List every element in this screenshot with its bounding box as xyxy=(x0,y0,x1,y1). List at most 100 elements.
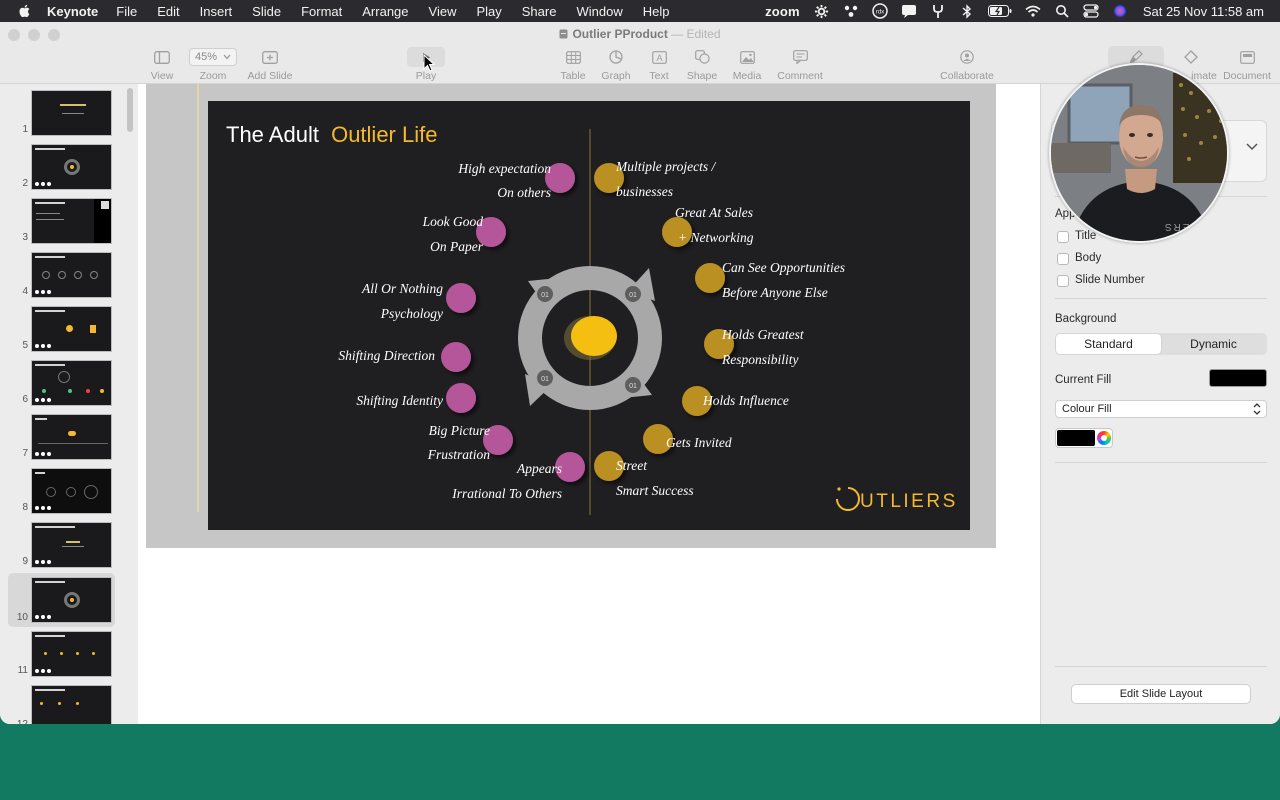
left-label[interactable]: Look Good xyxy=(422,214,484,229)
bubble-left[interactable] xyxy=(446,383,476,413)
menu-arrange[interactable]: Arrange xyxy=(362,4,408,19)
slide-thumbnail[interactable] xyxy=(31,306,112,352)
fork-icon[interactable] xyxy=(930,4,946,18)
hub-icon[interactable] xyxy=(843,4,859,18)
left-label[interactable]: Shifting Direction xyxy=(338,348,435,363)
right-label[interactable]: Street xyxy=(616,458,648,473)
slide-thumbnail[interactable] xyxy=(31,90,112,136)
bluetooth-icon[interactable] xyxy=(959,3,975,19)
fill-type-select[interactable]: Colour Fill xyxy=(1055,400,1267,418)
slide-number-checkbox[interactable] xyxy=(1057,275,1069,287)
fill-color-well[interactable] xyxy=(1055,428,1113,448)
slide-thumbnail-row[interactable]: 7 xyxy=(0,412,125,462)
slide-thumbnail[interactable] xyxy=(31,522,112,568)
left-label[interactable]: Big Picture xyxy=(429,423,490,438)
battery-icon[interactable] xyxy=(987,4,1012,18)
document-button[interactable]: Document xyxy=(1215,48,1279,82)
menu-window[interactable]: Window xyxy=(576,4,622,19)
slide-thumbnail-row[interactable]: 3 xyxy=(0,196,125,246)
slide-thumbnail-row[interactable]: 1 xyxy=(0,88,125,138)
menu-edit[interactable]: Edit xyxy=(157,4,179,19)
right-label[interactable]: Holds Greatest xyxy=(721,327,805,342)
slide-thumbnail-row[interactable]: 6 xyxy=(0,358,125,408)
left-label[interactable]: On Paper xyxy=(430,239,484,254)
slide-thumbnail[interactable] xyxy=(31,144,112,190)
left-label[interactable]: Shifting Identity xyxy=(356,393,443,408)
slide-thumbnail[interactable] xyxy=(31,360,112,406)
navigator-scrollbar[interactable] xyxy=(127,88,133,132)
slide-thumbnail-row[interactable]: 9 xyxy=(0,520,125,570)
zoom-select[interactable]: 45% xyxy=(189,48,237,66)
right-label[interactable]: Can See Opportunities xyxy=(722,260,845,275)
current-fill-swatch[interactable] xyxy=(1209,369,1267,387)
right-label[interactable]: Gets Invited xyxy=(666,435,732,450)
right-label[interactable]: + Networking xyxy=(678,230,754,245)
bubble-right[interactable] xyxy=(695,263,725,293)
apple-icon[interactable] xyxy=(17,3,33,19)
bubble-left[interactable] xyxy=(441,342,471,372)
rdx-icon[interactable]: rdx xyxy=(872,3,888,19)
comment-button[interactable]: Comment xyxy=(768,48,832,82)
slide-thumbnail[interactable] xyxy=(31,577,112,623)
right-label[interactable]: businesses xyxy=(616,184,673,199)
outliers-logo[interactable]: UTLIERS xyxy=(836,487,958,512)
control-center-icon[interactable] xyxy=(1083,4,1099,18)
slide-thumbnail[interactable] xyxy=(31,414,112,460)
slide-thumbnail-row[interactable]: 5 xyxy=(0,304,125,354)
slide-thumbnail[interactable] xyxy=(31,252,112,298)
menubar-clock[interactable]: Sat 25 Nov 11:58 am xyxy=(1143,4,1264,19)
slide-canvas[interactable]: The Adult Outlier Life 01 01 01 01 High … xyxy=(138,84,1040,724)
left-label[interactable]: On others xyxy=(497,185,551,200)
zoom-control[interactable]: 45% Zoom xyxy=(181,48,245,82)
left-label[interactable]: Frustration xyxy=(427,447,491,462)
right-label[interactable]: Responsibility xyxy=(721,352,799,367)
menu-format[interactable]: Format xyxy=(301,4,342,19)
left-label[interactable]: Psychology xyxy=(380,306,443,321)
siri-icon[interactable] xyxy=(1112,4,1128,18)
slide-thumbnail-row[interactable]: 8 xyxy=(0,466,125,516)
slide-thumbnail[interactable] xyxy=(31,631,112,677)
slide-thumbnail-row[interactable]: 11 xyxy=(0,629,125,679)
body-checkbox[interactable] xyxy=(1057,253,1069,265)
slide-thumbnail[interactable] xyxy=(31,468,112,514)
menu-app-keynote[interactable]: Keynote xyxy=(47,4,98,19)
color-wheel-icon[interactable] xyxy=(1097,431,1111,445)
slide-title[interactable]: The Adult Outlier Life xyxy=(226,122,437,147)
collaborate-button[interactable]: Collaborate xyxy=(935,48,999,82)
menu-slide[interactable]: Slide xyxy=(252,4,281,19)
dynamic-segment[interactable]: Dynamic xyxy=(1161,334,1266,354)
zoom-menubar-label[interactable]: zoom xyxy=(765,4,800,19)
notes-icon[interactable] xyxy=(901,4,917,18)
slide-thumbnail-row[interactable]: 2 xyxy=(0,142,125,192)
right-label[interactable]: Multiple projects / xyxy=(615,159,716,174)
right-label[interactable]: Great At Sales xyxy=(675,205,753,220)
wifi-icon[interactable] xyxy=(1025,4,1041,18)
slide-thumbnail[interactable] xyxy=(31,685,112,724)
slide-thumbnail-row[interactable]: 4 xyxy=(0,250,125,300)
title-checkbox[interactable] xyxy=(1057,231,1069,243)
right-label[interactable]: Smart Success xyxy=(616,483,694,498)
menu-file[interactable]: File xyxy=(116,4,137,19)
slide-thumbnail-row[interactable]: 12 xyxy=(0,683,125,724)
left-label[interactable]: All Or Nothing xyxy=(361,281,443,296)
slide-10[interactable]: The Adult Outlier Life 01 01 01 01 High … xyxy=(208,101,970,530)
menu-insert[interactable]: Insert xyxy=(200,4,233,19)
left-label[interactable]: Irrational To Others xyxy=(451,486,562,501)
standard-segment[interactable]: Standard xyxy=(1056,334,1161,354)
right-label[interactable]: Before Anyone Else xyxy=(722,285,828,300)
menu-help[interactable]: Help xyxy=(643,4,670,19)
slide-thumbnail[interactable] xyxy=(31,198,112,244)
slide-thumbnail-row-selected[interactable]: 10 xyxy=(8,573,115,627)
gear-icon[interactable] xyxy=(814,4,830,18)
edit-slide-layout-button[interactable]: Edit Slide Layout xyxy=(1071,684,1251,704)
left-label[interactable]: Appears xyxy=(516,461,562,476)
fill-color-swatch[interactable] xyxy=(1057,430,1095,446)
menu-view[interactable]: View xyxy=(429,4,457,19)
menu-play[interactable]: Play xyxy=(476,4,501,19)
add-slide-button[interactable]: Add Slide xyxy=(238,48,302,82)
left-label[interactable]: High expectation xyxy=(457,161,551,176)
webcam-overlay[interactable]: UTLIERS xyxy=(1049,63,1229,243)
menu-share[interactable]: Share xyxy=(522,4,557,19)
search-icon[interactable] xyxy=(1054,4,1070,18)
right-label[interactable]: Holds Influence xyxy=(702,393,789,408)
